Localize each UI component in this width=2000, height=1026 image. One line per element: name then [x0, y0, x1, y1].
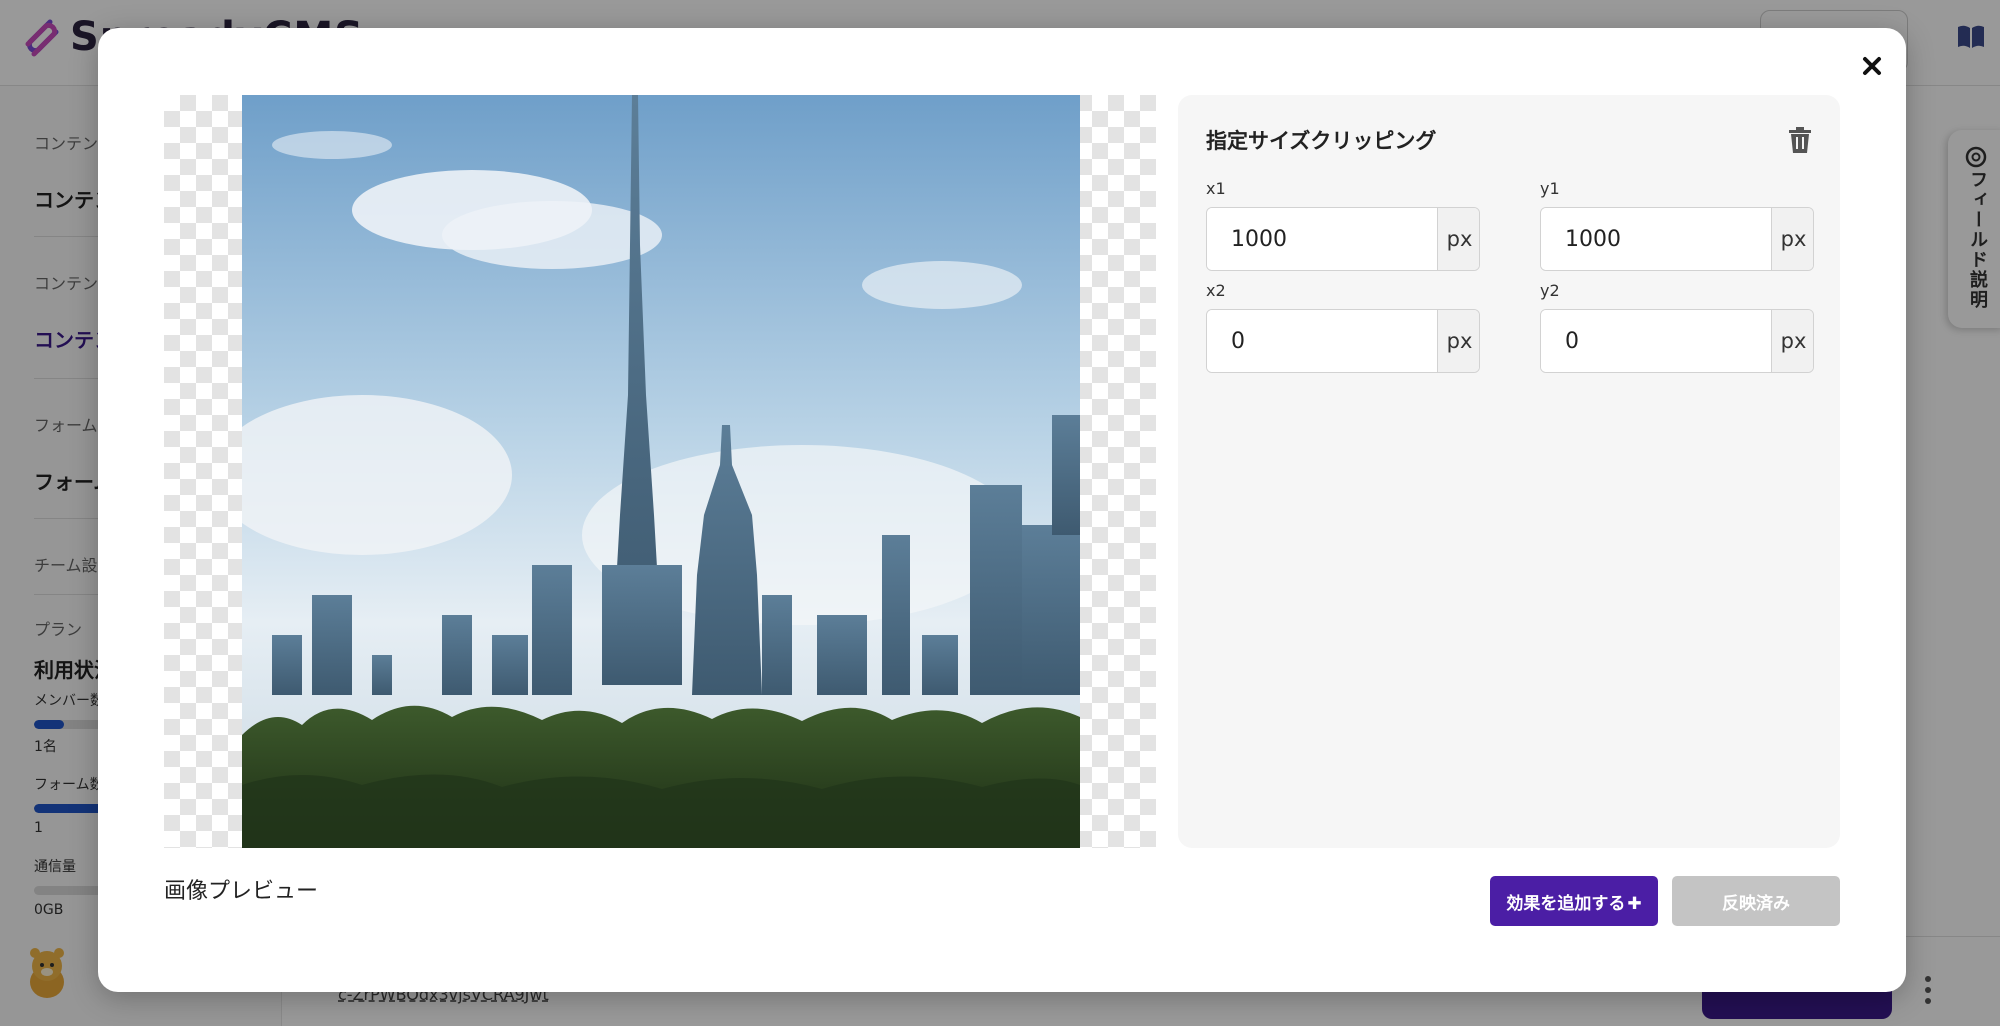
image-preview — [164, 95, 1156, 848]
x1-unit: px — [1437, 208, 1479, 270]
x2-input[interactable] — [1207, 310, 1437, 372]
x2-field: px — [1206, 309, 1480, 373]
plus-icon: ✚ — [1627, 893, 1642, 914]
y2-unit: px — [1771, 310, 1813, 372]
panel-title: 指定サイズクリッピング — [1206, 129, 1437, 153]
y1-unit: px — [1771, 208, 1813, 270]
delete-effect-button[interactable] — [1788, 127, 1812, 153]
x1-field: px — [1206, 207, 1480, 271]
y1-label: y1 — [1540, 179, 1560, 198]
y2-field: px — [1540, 309, 1814, 373]
preview-photo — [242, 95, 1080, 848]
x1-label: x1 — [1206, 179, 1226, 198]
close-icon — [1863, 57, 1881, 75]
close-button[interactable] — [1856, 50, 1888, 82]
applied-button[interactable]: 反映済み — [1672, 876, 1840, 926]
y1-input[interactable] — [1541, 208, 1771, 270]
trash-icon — [1789, 127, 1811, 153]
clipping-panel: 指定サイズクリッピング x1 px y1 px x2 px y2 — [1178, 95, 1840, 848]
x2-unit: px — [1437, 310, 1479, 372]
x2-label: x2 — [1206, 281, 1226, 300]
y1-field: px — [1540, 207, 1814, 271]
y2-input[interactable] — [1541, 310, 1771, 372]
y2-label: y2 — [1540, 281, 1560, 300]
image-effect-modal: 画像プレビュー 指定サイズクリッピング x1 px y1 px x2 px — [98, 28, 1906, 992]
preview-label: 画像プレビュー — [164, 879, 319, 904]
add-effect-button[interactable]: 効果を追加する ✚ — [1490, 876, 1658, 926]
add-effect-label: 効果を追加する — [1506, 893, 1626, 914]
x1-input[interactable] — [1207, 208, 1437, 270]
